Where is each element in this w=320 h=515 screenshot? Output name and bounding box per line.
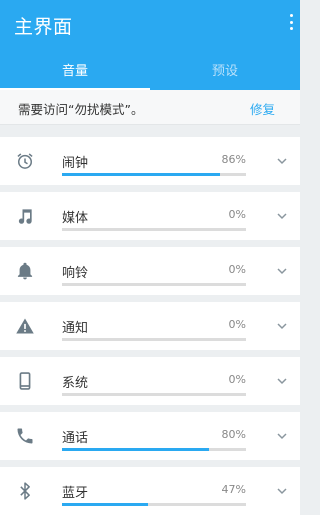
volume-slider-fill: [62, 503, 149, 506]
volume-label: 通话: [62, 431, 89, 446]
volume-row: 通话 80%: [0, 412, 300, 460]
chevron-down-icon[interactable]: [274, 373, 290, 389]
volume-percent: 47%: [221, 483, 246, 496]
volume-slider-fill: [62, 448, 210, 451]
music-note-icon: [14, 205, 36, 227]
chevron-down-icon[interactable]: [274, 263, 290, 279]
volume-slider[interactable]: [62, 448, 246, 451]
bell-icon: [14, 260, 36, 282]
volume-label: 闹钟: [62, 156, 89, 171]
fix-button[interactable]: 修复: [250, 99, 275, 118]
volume-slider[interactable]: [62, 228, 246, 231]
call-icon: [14, 425, 36, 447]
volume-slider[interactable]: [62, 283, 246, 286]
volume-label: 通知: [62, 321, 89, 336]
chevron-down-icon[interactable]: [274, 483, 290, 499]
chevron-down-icon[interactable]: [274, 153, 290, 169]
volume-row: 闹钟 86%: [0, 137, 300, 185]
volume-slider[interactable]: [62, 338, 246, 341]
volume-slider-fill: [62, 173, 221, 176]
volume-label: 媒体: [62, 211, 89, 226]
volume-slider[interactable]: [62, 503, 246, 506]
volume-row: 蓝牙 47%: [0, 467, 300, 515]
chevron-down-icon[interactable]: [274, 428, 290, 444]
app-bar: 主界面 音量 预设: [0, 0, 300, 90]
permission-banner: 需要访问“勿扰模式”。 修复: [0, 90, 300, 125]
volume-label: 响铃: [62, 266, 89, 281]
volume-label: 蓝牙: [62, 486, 89, 501]
volume-percent: 80%: [221, 428, 246, 441]
tab-bar: 音量 预设: [0, 48, 300, 90]
volume-slider[interactable]: [62, 173, 246, 176]
warning-icon: [14, 315, 36, 337]
volume-percent: 0%: [228, 318, 246, 331]
alarm-icon: [14, 150, 36, 172]
banner-message: 需要访问“勿扰模式”。: [18, 102, 144, 117]
overflow-menu-icon[interactable]: [286, 12, 296, 32]
phone-device-icon: [14, 370, 36, 392]
volume-slider[interactable]: [62, 393, 246, 396]
volume-row: 媒体 0%: [0, 192, 300, 240]
bluetooth-icon: [14, 480, 36, 502]
volume-percent: 86%: [221, 153, 246, 166]
volume-row: 通知 0%: [0, 302, 300, 350]
chevron-down-icon[interactable]: [274, 318, 290, 334]
volume-percent: 0%: [228, 208, 246, 221]
tab-volume[interactable]: 音量: [0, 48, 150, 90]
tab-presets[interactable]: 预设: [150, 48, 300, 90]
page-title: 主界面: [14, 16, 73, 38]
volume-percent: 0%: [228, 263, 246, 276]
volume-percent: 0%: [228, 373, 246, 386]
volume-row: 系统 0%: [0, 357, 300, 405]
volume-label: 系统: [62, 376, 89, 391]
chevron-down-icon[interactable]: [274, 208, 290, 224]
volume-row: 响铃 0%: [0, 247, 300, 295]
